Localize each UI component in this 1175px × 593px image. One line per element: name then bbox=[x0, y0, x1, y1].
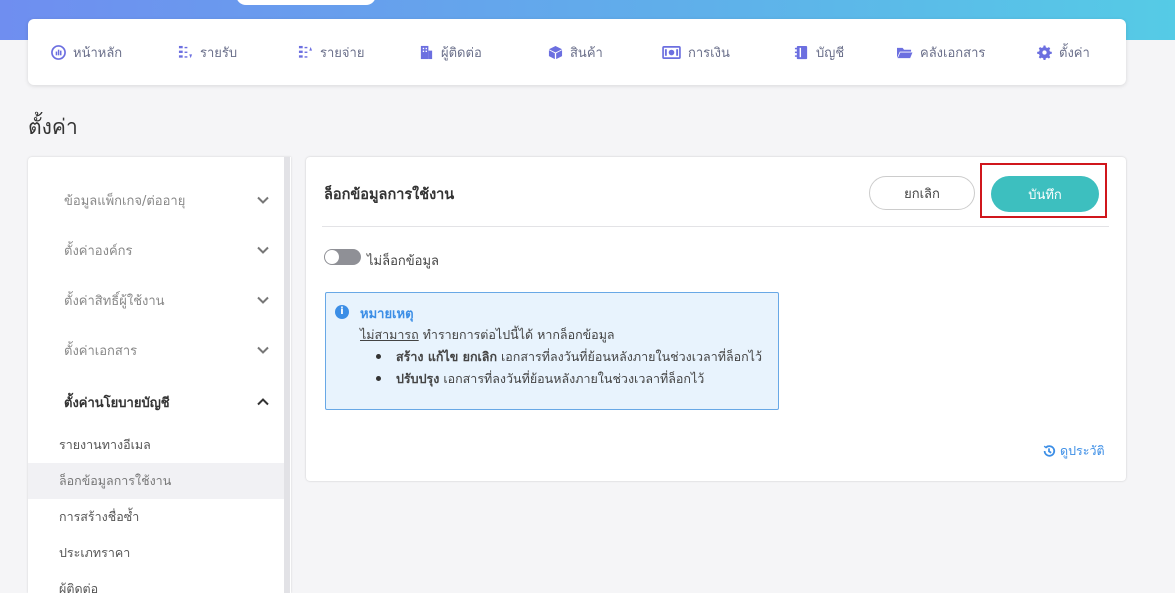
nav-item-income[interactable]: รายรับ bbox=[178, 19, 237, 85]
chevron-down-icon bbox=[257, 346, 269, 354]
nav-label: รายจ่าย bbox=[320, 45, 365, 61]
note-bullet-1: สร้าง แก้ไข ยกเลิก เอกสารที่ลงวันที่ย้อน… bbox=[376, 347, 762, 367]
money-icon bbox=[662, 45, 681, 59]
nav-item-contacts[interactable]: ผู้ติดต่อ bbox=[419, 19, 482, 85]
nav-label: หน้าหลัก bbox=[73, 45, 123, 61]
dashboard-icon bbox=[51, 44, 66, 60]
chevron-down-icon bbox=[257, 296, 269, 304]
sidebar-item-label: การสร้างชื่อซ้ำ bbox=[59, 509, 140, 524]
nav-label: บัญชี bbox=[816, 45, 845, 61]
note-intro: ไม่สามารถ ทำรายการต่อไปนี้ได้ หากล็อกข้อ… bbox=[360, 325, 615, 345]
chevron-down-icon bbox=[257, 246, 269, 254]
sidebar-section-documents[interactable]: ตั้งค่าเอกสาร bbox=[64, 335, 270, 365]
nav-item-settings[interactable]: ตั้งค่า bbox=[1037, 19, 1090, 85]
sidebar-item-price-types[interactable]: ประเภทราคา bbox=[28, 535, 284, 571]
sidebar-section-label: ตั้งค่าองค์กร bbox=[64, 243, 133, 259]
sidebar-item-contacts[interactable]: ผู้ติดต่อ bbox=[28, 571, 284, 593]
settings-sidebar: ข้อมูลแพ็กเกจ/ต่ออายุ ตั้งค่าองค์กร ตั้ง… bbox=[28, 157, 291, 593]
view-history-link[interactable]: ดูประวัติ bbox=[1042, 441, 1105, 461]
sidebar-section-label: ตั้งค่านโยบายบัญชี bbox=[64, 395, 170, 411]
lock-toggle-label: ไม่ล็อกข้อมูล bbox=[367, 254, 439, 269]
note-underline: ไม่สามารถ bbox=[360, 327, 419, 342]
sidebar-item-label: ประเภทราคา bbox=[59, 545, 131, 560]
nav-item-expense[interactable]: รายจ่าย bbox=[298, 19, 364, 85]
sidebar-section-organization[interactable]: ตั้งค่าองค์กร bbox=[64, 235, 270, 265]
sidebar-scrollbar[interactable] bbox=[284, 157, 290, 593]
nav-item-accounting[interactable]: บัญชี bbox=[794, 19, 844, 85]
note-bullet-2: ปรับปรุง เอกสารที่ลงวันที่ย้อนหลังภายในช… bbox=[375, 369, 705, 389]
nav-item-products[interactable]: สินค้า bbox=[548, 19, 603, 85]
sidebar-section-permissions[interactable]: ตั้งค่าสิทธิ์ผู้ใช้งาน bbox=[64, 285, 270, 315]
sidebar-item-label: รายงานทางอีเมล bbox=[59, 437, 151, 452]
page-title: ตั้งค่า bbox=[28, 115, 78, 139]
nav-item-dashboard[interactable]: หน้าหลัก bbox=[51, 19, 122, 85]
nav-label: คลังเอกสาร bbox=[920, 45, 986, 61]
nav-label: รายรับ bbox=[200, 45, 238, 61]
note-bullet-bold: ปรับปรุง bbox=[396, 371, 440, 386]
chevron-down-icon bbox=[257, 196, 269, 204]
cancel-button[interactable]: ยกเลิก bbox=[869, 176, 975, 210]
info-icon: i bbox=[335, 305, 349, 319]
view-history-label: ดูประวัติ bbox=[1060, 443, 1105, 458]
sidebar-section-package[interactable]: ข้อมูลแพ็กเกจ/ต่ออายุ bbox=[64, 185, 270, 215]
nav-item-documents[interactable]: คลังเอกสาร bbox=[896, 19, 985, 85]
note-bullet-text: เอกสารที่ลงวันที่ย้อนหลังภายในช่วงเวลาที… bbox=[439, 371, 705, 386]
box-icon bbox=[548, 45, 563, 59]
nav-label: การเงิน bbox=[688, 45, 730, 61]
folder-icon bbox=[897, 47, 913, 58]
header-pill[interactable] bbox=[236, 0, 376, 5]
sidebar-item-usage-lock[interactable]: ล็อกข้อมูลการใช้งาน bbox=[28, 463, 284, 499]
income-icon bbox=[178, 45, 193, 58]
sidebar-item-email-report[interactable]: รายงานทางอีเมล bbox=[28, 427, 284, 463]
note-bullet-bold: สร้าง แก้ไข ยกเลิก bbox=[396, 349, 498, 364]
nav-label: สินค้า bbox=[570, 45, 603, 61]
note-intro-text: ทำรายการต่อไปนี้ได้ หากล็อกข้อมูล bbox=[418, 327, 615, 342]
panel-title: ล็อกข้อมูลการใช้งาน bbox=[324, 187, 455, 203]
sidebar-section-label: ข้อมูลแพ็กเกจ/ต่ออายุ bbox=[64, 193, 186, 209]
book-icon bbox=[794, 45, 808, 59]
chevron-up-icon bbox=[257, 398, 269, 406]
expense-icon bbox=[298, 45, 313, 58]
nav-label: ตั้งค่า bbox=[1059, 45, 1090, 61]
sidebar-section-label: ตั้งค่าสิทธิ์ผู้ใช้งาน bbox=[64, 293, 165, 309]
sidebar-item-label: ล็อกข้อมูลการใช้งาน bbox=[59, 473, 172, 488]
panel-divider bbox=[322, 226, 1109, 227]
main-nav: หน้าหลัก รายรับ รายจ่าย ผู้ติดต่อ สินค้า… bbox=[28, 19, 1126, 85]
sidebar-item-duplicate-names[interactable]: การสร้างชื่อซ้ำ bbox=[28, 499, 284, 535]
sidebar-section-accounting-policy[interactable]: ตั้งค่านโยบายบัญชี bbox=[64, 387, 270, 417]
sidebar-item-label: ผู้ติดต่อ bbox=[59, 581, 99, 593]
save-button[interactable]: บันทึก bbox=[991, 176, 1099, 212]
gear-icon bbox=[1037, 44, 1052, 60]
info-note: i หมายเหตุ ไม่สามารถ ทำรายการต่อไปนี้ได้… bbox=[325, 292, 779, 410]
sidebar-section-label: ตั้งค่าเอกสาร bbox=[64, 343, 138, 359]
nav-item-finance[interactable]: การเงิน bbox=[662, 19, 730, 85]
contacts-icon bbox=[420, 45, 433, 59]
note-bullet-text: เอกสารที่ลงวันที่ย้อนหลังภายในช่วงเวลาที… bbox=[497, 349, 762, 364]
lock-toggle[interactable] bbox=[324, 249, 361, 265]
history-icon bbox=[1043, 445, 1056, 457]
lock-settings-panel: ล็อกข้อมูลการใช้งาน ยกเลิก บันทึก ไม่ล็อ… bbox=[306, 157, 1126, 481]
nav-label: ผู้ติดต่อ bbox=[441, 45, 482, 61]
note-title: หมายเหตุ bbox=[360, 307, 414, 322]
